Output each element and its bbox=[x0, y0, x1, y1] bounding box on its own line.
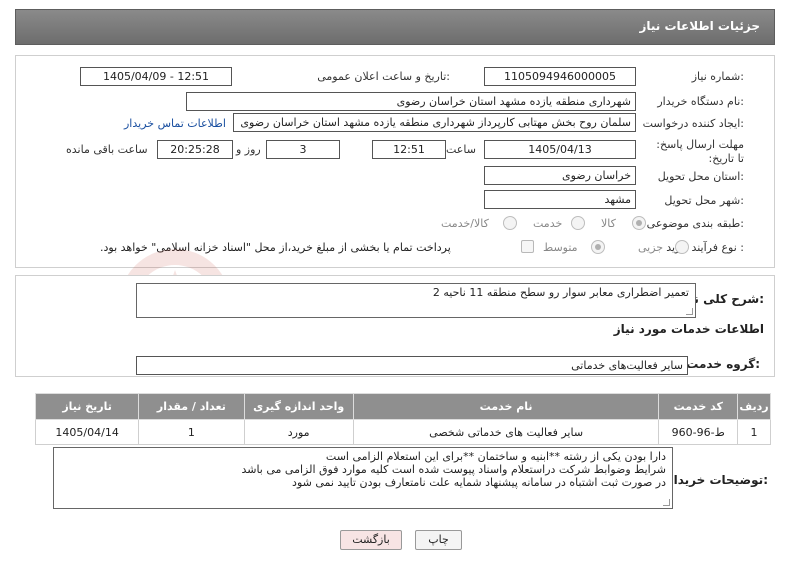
back-button[interactable]: بازگشت bbox=[340, 530, 402, 550]
col-name: نام خدمت bbox=[352, 393, 660, 420]
deadline-date-field: 1405/04/13 bbox=[484, 140, 636, 159]
need-number-field: 1105094946000005 bbox=[484, 67, 636, 86]
announce-datetime-label: تاریخ و ساعت اعلان عمومی: bbox=[317, 70, 450, 83]
creator-label: ایجاد کننده درخواست: bbox=[642, 117, 744, 130]
province-field: خراسان رضوی bbox=[484, 166, 636, 185]
province-label: استان محل تحویل: bbox=[657, 170, 744, 183]
city-label: شهر محل تحویل: bbox=[664, 194, 744, 207]
deadline-time-field: 12:51 bbox=[372, 140, 446, 159]
creator-field: سلمان روح بخش مهتابی کارپرداز شهرداری من… bbox=[233, 113, 636, 132]
purchase-option-medium: متوسط bbox=[543, 241, 578, 254]
purchase-radio-minor[interactable] bbox=[675, 240, 689, 254]
services-table: ردیف کد خدمت نام خدمت واحد اندازه گیری ت… bbox=[34, 393, 771, 445]
need-number-label: شماره نیاز: bbox=[691, 70, 744, 83]
remaining-time-label: ساعت باقی مانده bbox=[66, 143, 148, 156]
col-qty: تعداد / مقدار bbox=[138, 393, 245, 420]
services-table-header: ردیف کد خدمت نام خدمت واحد اندازه گیری ت… bbox=[34, 393, 771, 420]
services-section-title: اطلاعات خدمات مورد نیاز bbox=[613, 322, 764, 336]
city-field: مشهد bbox=[484, 190, 636, 209]
category-option-goods-service: کالا/خدمت bbox=[441, 217, 489, 230]
buyer-note-line: شرایط وضوابط شرکت دراستعلام واسناد پیوست… bbox=[241, 463, 666, 476]
cell-date: 1405/04/14 bbox=[34, 419, 140, 445]
remaining-time-field: 20:25:28 bbox=[157, 140, 233, 159]
col-unit: واحد اندازه گیری bbox=[243, 393, 354, 420]
category-radio-goods-service[interactable] bbox=[503, 216, 517, 230]
cell-unit: مورد bbox=[243, 419, 354, 445]
deadline-label: مهلت ارسال پاسخ: تا تاریخ: bbox=[648, 138, 744, 166]
description-text: تعمیر اضطراری معابر سوار رو سطح منطقه 11… bbox=[432, 286, 689, 299]
buyer-note-line: در صورت ثبت اشتباه در سامانه پیشنهاد شما… bbox=[292, 476, 666, 489]
category-option-service: خدمت bbox=[533, 217, 563, 230]
page-header: جزئیات اطلاعات نیاز bbox=[15, 9, 775, 45]
cell-row: 1 bbox=[737, 419, 771, 445]
resize-handle-icon[interactable] bbox=[663, 499, 670, 506]
deadline-hour-label: ساعت bbox=[446, 143, 476, 156]
col-code: کد خدمت bbox=[658, 393, 739, 420]
category-label: طبقه بندی موضوعی: bbox=[646, 217, 744, 230]
page-title: جزئیات اطلاعات نیاز bbox=[639, 19, 760, 33]
deadline-label-text: مهلت ارسال پاسخ: تا تاریخ: bbox=[656, 138, 744, 165]
description-field: تعمیر اضطراری معابر سوار رو سطح منطقه 11… bbox=[136, 283, 696, 318]
col-row: ردیف bbox=[737, 393, 771, 420]
cell-name: سایر فعالیت های خدماتی شخصی bbox=[352, 419, 660, 445]
cell-qty: 1 bbox=[138, 419, 245, 445]
category-radio-goods[interactable] bbox=[632, 216, 646, 230]
cell-code: ط-96-960 bbox=[658, 419, 739, 445]
buyer-notes-field: دارا بودن یکی از رشته **ابنیه و ساختمان … bbox=[53, 447, 673, 509]
announce-datetime-field: 1405/04/09 - 12:51 bbox=[80, 67, 232, 86]
col-date: تاریخ نیاز bbox=[34, 393, 140, 420]
table-row: 1 ط-96-960 سایر فعالیت های خدماتی شخصی م… bbox=[34, 419, 771, 445]
category-option-goods: کالا bbox=[601, 217, 616, 230]
buyer-org-label: نام دستگاه خریدار: bbox=[657, 95, 744, 108]
purchase-option-minor: جزیی bbox=[638, 241, 664, 254]
buyer-org-field: شهرداری منطقه یازده مشهد استان خراسان رض… bbox=[186, 92, 636, 111]
treasury-payment-note: پرداخت تمام یا بخشی از مبلغ خرید،از محل … bbox=[100, 241, 451, 254]
days-remaining-field: 3 bbox=[266, 140, 340, 159]
service-group-field: سایر فعالیت‌های خدماتی bbox=[136, 356, 688, 375]
category-radio-service[interactable] bbox=[571, 216, 585, 230]
resize-handle-icon[interactable] bbox=[686, 308, 693, 315]
purchase-radio-medium[interactable] bbox=[591, 240, 605, 254]
buyer-notes-label: توضیحات خریدار: bbox=[666, 473, 768, 487]
print-button[interactable]: چاپ bbox=[415, 530, 462, 550]
treasury-payment-checkbox[interactable] bbox=[521, 240, 534, 253]
service-group-label: گروه خدمت: bbox=[686, 357, 760, 371]
days-label: روز و bbox=[236, 143, 261, 156]
buyer-note-line: دارا بودن یکی از رشته **ابنیه و ساختمان … bbox=[325, 450, 666, 463]
buyer-contact-link[interactable]: اطلاعات تماس خریدار bbox=[124, 117, 226, 130]
